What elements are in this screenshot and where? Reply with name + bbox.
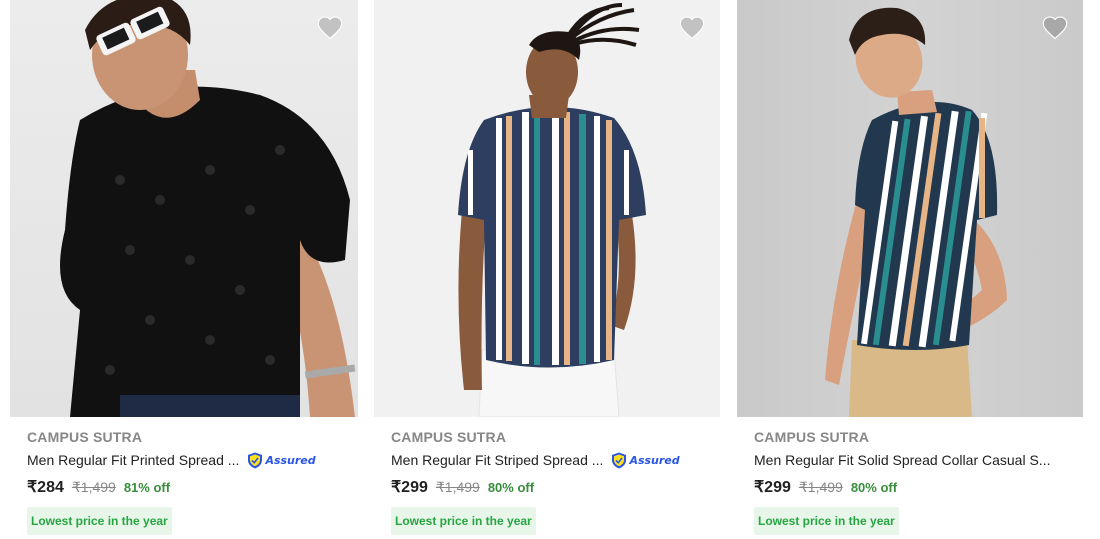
product-brand: CAMPUS SUTRA [27, 429, 143, 445]
assured-label: Assured [265, 453, 316, 467]
product-card[interactable]: CAMPUS SUTRA Men Regular Fit Solid Sprea… [737, 0, 1083, 539]
product-title[interactable]: Men Regular Fit Solid Spread Collar Casu… [754, 450, 1050, 470]
product-title[interactable]: Men Regular Fit Printed Spread ... [27, 450, 239, 470]
discount-percent: 81% off [123, 479, 171, 495]
product-grid: CAMPUS SUTRA Men Regular Fit Printed Spr… [0, 0, 1100, 539]
selling-price: ₹284 [27, 479, 64, 496]
product-brand: CAMPUS SUTRA [391, 429, 507, 445]
discount-percent: 80% off [850, 479, 898, 495]
assured-shield-icon [612, 452, 627, 468]
product-brand: CAMPUS SUTRA [754, 429, 870, 445]
product-card[interactable]: CAMPUS SUTRA Men Regular Fit Printed Spr… [10, 0, 358, 539]
product-card[interactable]: CAMPUS SUTRA Men Regular Fit Striped Spr… [374, 0, 720, 539]
product-title[interactable]: Men Regular Fit Striped Spread ... [391, 450, 603, 470]
wishlist-heart-icon[interactable] [678, 14, 706, 42]
original-price: ₹1,499 [435, 478, 480, 495]
lowest-price-tag: Lowest price in the year [27, 507, 172, 535]
original-price: ₹1,499 [798, 478, 843, 495]
assured-badge: Assured [611, 452, 680, 469]
lowest-price-tag: Lowest price in the year [391, 507, 536, 535]
original-price: ₹1,499 [71, 478, 116, 495]
assured-badge: Assured [247, 452, 316, 469]
selling-price: ₹299 [754, 479, 791, 496]
product-image[interactable] [10, 0, 358, 417]
product-info: CAMPUS SUTRA Men Regular Fit Striped Spr… [391, 428, 716, 535]
wishlist-heart-icon[interactable] [316, 14, 344, 42]
wishlist-heart-icon[interactable] [1041, 14, 1069, 42]
assured-label: Assured [629, 453, 680, 467]
selling-price: ₹299 [391, 479, 428, 496]
lowest-price-tag: Lowest price in the year [754, 507, 899, 535]
discount-percent: 80% off [487, 479, 535, 495]
product-info: CAMPUS SUTRA Men Regular Fit Solid Sprea… [754, 428, 1079, 535]
product-image[interactable] [737, 0, 1083, 417]
assured-shield-icon [248, 452, 263, 468]
product-image[interactable] [374, 0, 720, 417]
product-info: CAMPUS SUTRA Men Regular Fit Printed Spr… [27, 428, 354, 535]
